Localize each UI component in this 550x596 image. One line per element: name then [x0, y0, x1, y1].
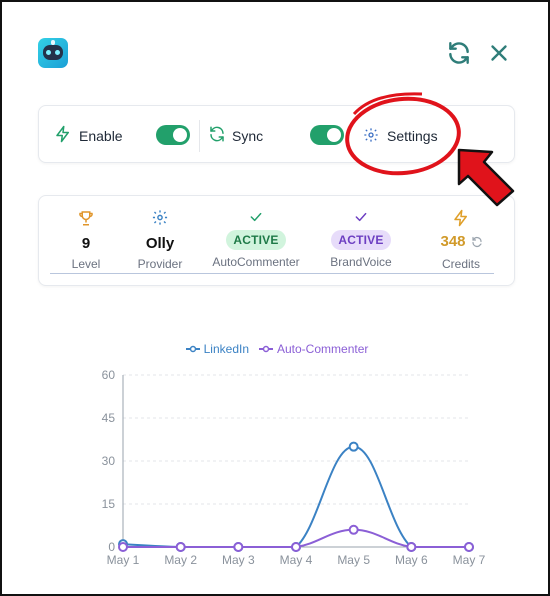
credits-label: Credits [441, 257, 480, 271]
lightning-icon [454, 209, 467, 227]
data-point [348, 524, 359, 535]
enable-label: Enable [79, 128, 123, 144]
settings-label: Settings [387, 128, 438, 144]
refresh-icon [449, 42, 469, 64]
data-point [291, 542, 301, 552]
brandvoice-label: BrandVoice [330, 255, 392, 269]
provider-value: Olly [145, 235, 175, 252]
x-tick-label: May 5 [337, 553, 370, 567]
data-point [406, 542, 417, 552]
y-tick-label: 15 [102, 497, 116, 511]
x-tick-label: May 3 [222, 553, 255, 567]
y-tick-label: 30 [102, 454, 116, 468]
stats-card: 9 Level Olly Provider ACTIVE AutoComment… [38, 195, 515, 286]
divider [199, 120, 200, 152]
popup-window: Enable Sync Settings 9 Level Olly Provid… [0, 0, 550, 596]
activity-chart: 60 45 30 15 0May 1 May 2 May 3 May 4 May 5 May 6 M… [102, 368, 486, 567]
x-tick-label: May 7 [453, 553, 486, 567]
stats-underline [50, 273, 494, 274]
autocommenter-label: AutoCommenter [212, 255, 300, 269]
refresh-button[interactable] [446, 40, 472, 66]
series-line [122, 445, 469, 548]
sync-toggle[interactable] [310, 125, 344, 145]
lightning-icon [56, 125, 69, 143]
x-tick-label: May 4 [280, 553, 313, 567]
gear-icon [364, 128, 378, 142]
x-tick-label: May 2 [164, 553, 197, 567]
x-tick-label: May 1 [107, 553, 140, 567]
check-icon [250, 212, 262, 222]
y-tick-label: 45 [102, 411, 116, 425]
data-point [118, 542, 128, 552]
data-point [464, 542, 474, 552]
gear-icon [152, 210, 168, 225]
data-point [233, 542, 244, 552]
brandvoice-status-badge: ACTIVE [331, 230, 391, 250]
controls-card: Enable Sync Settings [38, 105, 515, 163]
sync-label: Sync [232, 128, 264, 144]
app-logo [38, 38, 68, 68]
y-tick-label: 0 [108, 540, 115, 554]
data-point [348, 441, 359, 452]
sync-icon [210, 126, 224, 142]
refresh-credits-icon[interactable] [471, 236, 483, 248]
enable-toggle[interactable] [156, 125, 190, 145]
provider-label: Provider [137, 257, 183, 271]
settings-button[interactable]: Settings [357, 118, 457, 152]
level-label: Level [71, 257, 101, 271]
close-icon [491, 45, 507, 61]
x-tick-label: May 6 [395, 553, 428, 567]
autocommenter-status-badge: ACTIVE [226, 230, 286, 250]
trophy-icon [79, 211, 93, 226]
close-button[interactable] [486, 40, 512, 66]
y-tick-label: 60 [102, 368, 116, 382]
data-point [175, 542, 186, 552]
check-icon [355, 212, 367, 222]
level-value: 9 [81, 235, 91, 252]
